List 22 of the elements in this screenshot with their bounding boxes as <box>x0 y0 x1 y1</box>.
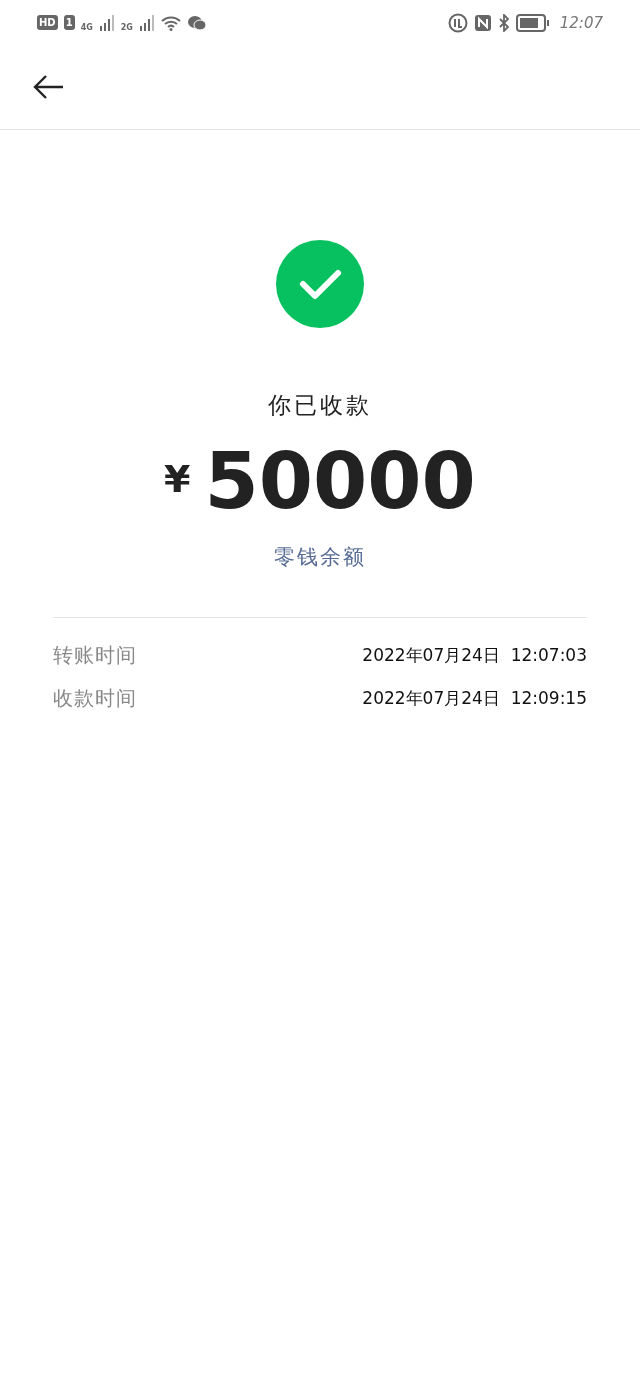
hd-badge: HD <box>37 15 58 30</box>
wifi-icon <box>160 14 181 31</box>
chat-icon <box>186 14 207 31</box>
detail-value: 2022年07月24日 12:09:15 <box>362 686 587 710</box>
signal-icon <box>138 14 155 31</box>
network-label: 2G <box>120 23 133 32</box>
signal-icon <box>98 14 115 31</box>
battery-icon <box>515 13 550 32</box>
network-label: 4G <box>80 23 93 32</box>
clock-time: 12:07 <box>559 13 603 32</box>
nfc-icon <box>473 13 492 32</box>
status-title: 你已收款 <box>268 391 372 420</box>
back-arrow-icon <box>32 74 64 100</box>
balance-link[interactable]: 零钱余额 <box>274 542 366 571</box>
detail-label: 收款时间 <box>53 684 137 712</box>
hd-call-icon <box>447 12 468 33</box>
currency-symbol: ¥ <box>164 457 191 501</box>
bluetooth-icon <box>497 13 510 32</box>
amount-text: 50000 <box>204 435 476 528</box>
sim-badge: 1 <box>63 15 75 30</box>
detail-value: 2022年07月24日 12:07:03 <box>362 643 587 667</box>
detail-label: 转账时间 <box>53 641 137 669</box>
